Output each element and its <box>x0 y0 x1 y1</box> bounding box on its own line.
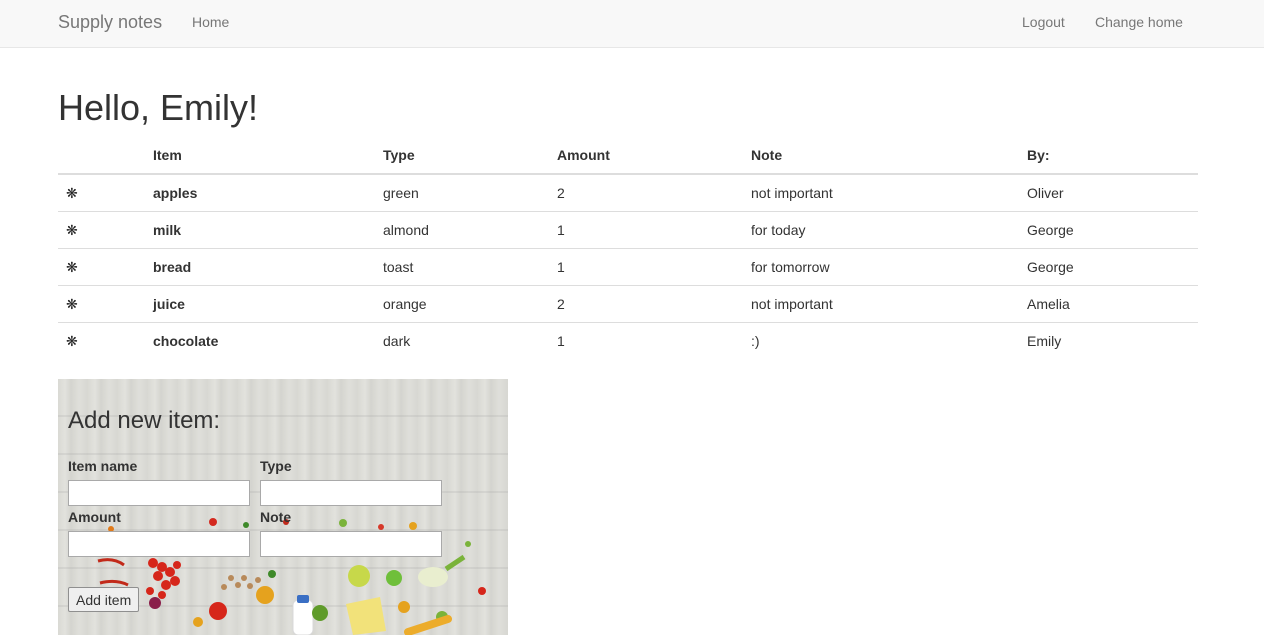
nav-home-link[interactable]: Home <box>192 14 229 30</box>
cell-note: :) <box>743 321 1019 359</box>
type-label: Type <box>260 458 292 474</box>
cell-amount: 1 <box>549 321 743 359</box>
add-item-title: Add new item: <box>68 407 221 434</box>
add-item-button[interactable]: Add item <box>68 587 140 612</box>
add-item-panel: Add new item: Item name Type Amount Note… <box>58 379 508 635</box>
item-name-input[interactable] <box>68 480 250 506</box>
nav-change-home-link[interactable]: Change home <box>1095 14 1183 30</box>
navbar: Supply notes Home Logout Change home <box>0 0 1264 48</box>
asterisk-icon[interactable]: ❋ <box>58 247 145 285</box>
amount-label: Amount <box>68 509 121 525</box>
table-row: ❋ chocolate dark 1 :) Emily <box>58 321 1198 359</box>
table-header: Item Type Amount Note By: <box>58 137 1198 175</box>
type-input[interactable] <box>260 480 442 506</box>
nav-logout-link[interactable]: Logout <box>1022 14 1065 30</box>
brand-link[interactable]: Supply notes <box>58 12 162 32</box>
cell-item: chocolate <box>145 321 375 359</box>
cell-item: juice <box>145 284 375 322</box>
note-input[interactable] <box>260 531 442 557</box>
cell-item: bread <box>145 247 375 285</box>
header-note: Note <box>743 137 1019 175</box>
cell-by: Oliver <box>1027 184 1064 201</box>
table-row: ❋ apples green 2 not important Oliver <box>58 174 1198 211</box>
page-title: Hello, Emily! <box>58 87 259 128</box>
cell-by: Amelia <box>1019 284 1198 322</box>
table-row: ❋ milk almond 1 for today George <box>58 210 1198 248</box>
cell-item: milk <box>145 210 375 248</box>
cell-type: orange <box>375 284 549 322</box>
cell-amount: 1 <box>549 247 743 285</box>
asterisk-icon[interactable]: ❋ <box>58 321 145 359</box>
cell-item: apples <box>153 184 198 201</box>
cell-note: not important <box>743 284 1019 322</box>
cell-type: green <box>383 184 419 201</box>
cell-amount: 1 <box>549 210 743 248</box>
amount-input[interactable] <box>68 531 250 557</box>
header-item: Item <box>145 137 375 175</box>
table-row: ❋ bread toast 1 for tomorrow George <box>58 247 1198 285</box>
cell-note: for today <box>743 210 1019 248</box>
table-row: ❋ juice orange 2 not important Amelia <box>58 284 1198 322</box>
cell-type: toast <box>375 247 549 285</box>
cell-note: not important <box>751 184 833 201</box>
table-body: ❋ apples green 2 not important Oliver ❋ … <box>58 174 1198 359</box>
cell-by: Emily <box>1019 321 1198 359</box>
cell-amount: 2 <box>549 284 743 322</box>
supply-table: Item Type Amount Note By: ❋ apples green… <box>58 137 1198 359</box>
table-header-row: Item Type Amount Note By: <box>58 137 1198 175</box>
asterisk-icon[interactable]: ❋ <box>58 210 145 248</box>
header-type: Type <box>375 137 549 175</box>
cell-by: George <box>1019 210 1198 248</box>
cell-note: for tomorrow <box>743 247 1019 285</box>
item-name-label: Item name <box>68 458 138 474</box>
cell-type: dark <box>375 321 549 359</box>
asterisk-icon[interactable]: ❋ <box>58 284 145 322</box>
cell-type: almond <box>375 210 549 248</box>
cell-by: George <box>1019 247 1198 285</box>
header-amount: Amount <box>549 137 743 175</box>
header-by: By: <box>1019 137 1198 175</box>
header-icon-column <box>58 137 145 175</box>
asterisk-icon[interactable]: ❋ <box>58 174 145 211</box>
note-label: Note <box>260 509 292 525</box>
cell-amount: 2 <box>557 184 565 201</box>
